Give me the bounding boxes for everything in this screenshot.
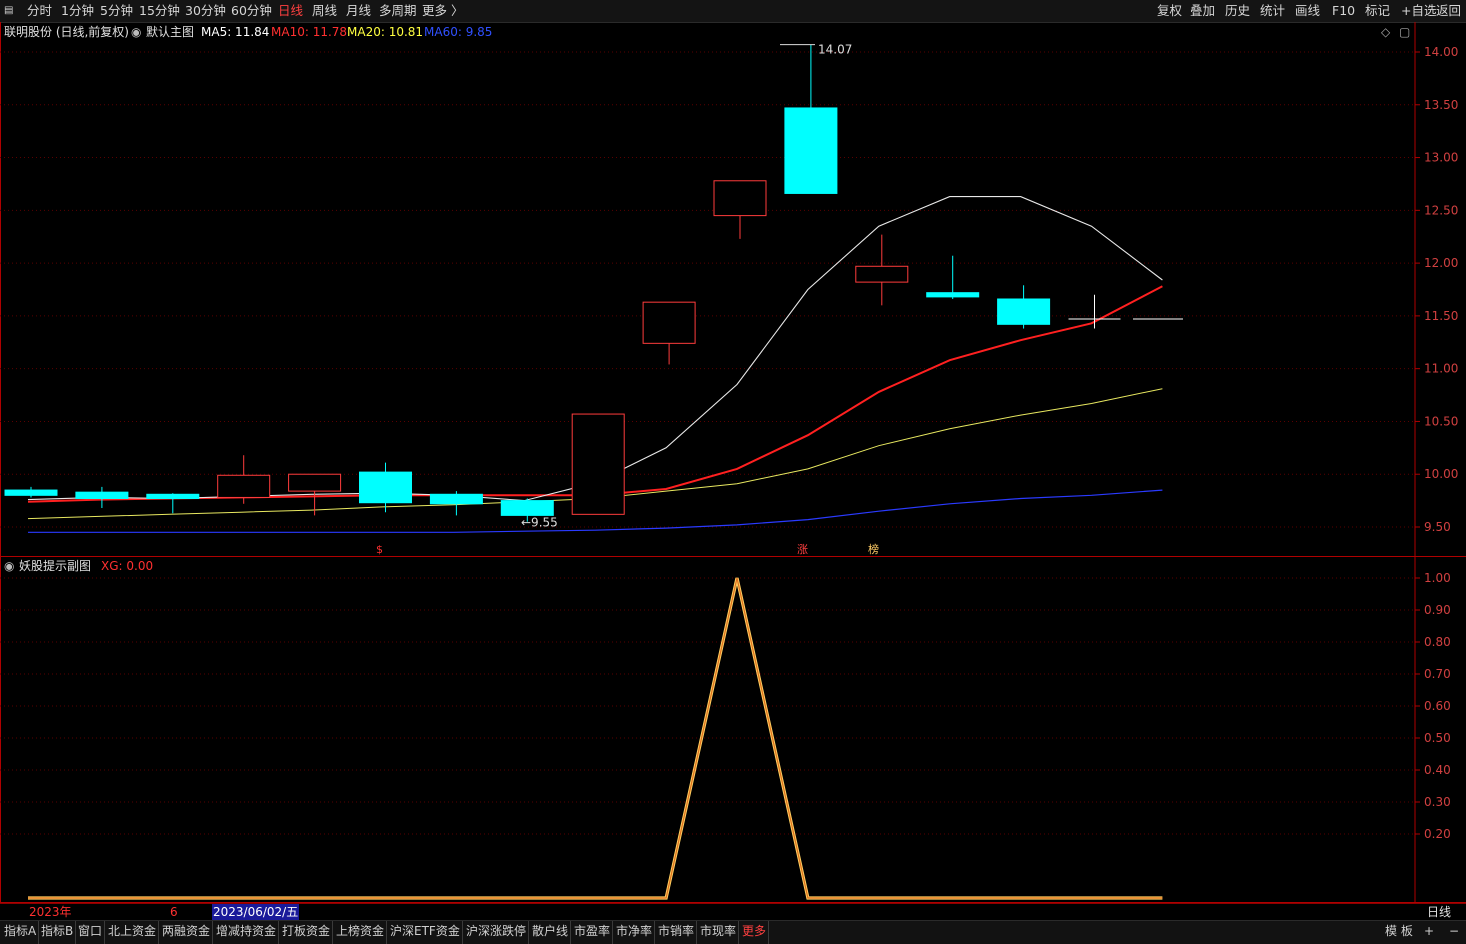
toolbar-button-统计[interactable]: 统计 [1260,0,1285,22]
toolbar-button-F10[interactable]: F10 [1332,0,1355,22]
month-label: 6 [170,905,178,919]
bottom-right-button-0[interactable]: 模 板 [1383,921,1415,944]
event-marker: $ [376,543,383,556]
event-marker: 榜 [868,542,879,556]
bottom-tab-市净率[interactable]: 市净率 [614,921,656,944]
bottom-tab-增减持资金[interactable]: 增减持资金 [214,921,280,944]
toolbar-button-复权[interactable]: 复权 [1157,0,1182,22]
template-name[interactable]: 默认主图 [146,24,194,40]
period-tab-60分钟[interactable]: 60分钟 [231,0,272,22]
candle-body-down [359,471,412,504]
bottom-tab-bar: 指标A 指标B 窗口 北上资金 两融资金 增减持资金 打板资金 上榜资金 沪深ETF资金 沪深涨跌… [0,920,1466,944]
toolbar-button-叠加[interactable]: 叠加 [1190,0,1215,22]
candle-body-down [500,500,554,516]
period-tab-日线[interactable]: 日线 [278,0,303,22]
bottom-tab-打板资金[interactable]: 打板资金 [280,921,334,944]
period-tab-15分钟[interactable]: 15分钟 [139,0,180,22]
price-tick-label: 12.50 [1424,203,1458,217]
candle-body-down [926,292,980,298]
candle-body-up [217,474,271,498]
candle-body-down [75,491,129,499]
template-toggle-icon[interactable]: ◉ [131,24,141,40]
candle-body-down [784,107,838,194]
period-tab-月线[interactable]: 月线 [346,0,371,22]
price-tick-label: 10.00 [1424,467,1458,481]
stock-label: 联明股份 (日线,前复权) [4,25,129,39]
bottom-tab-沪深ETF资金[interactable]: 沪深ETF资金 [388,921,463,944]
price-tick-label: 10.50 [1424,414,1458,428]
toolbar-button-历史[interactable]: 历史 [1225,0,1250,22]
bottom-right-button-1[interactable]: + [1422,921,1436,944]
ma10-label: MA10: 11.78 [271,25,348,39]
period-tab-5分钟[interactable]: 5分钟 [100,0,133,22]
candle-body-up [288,473,342,492]
sub-tick-label: 0.90 [1424,603,1451,617]
candle-body-up [571,413,625,515]
event-marker: 涨 [797,543,808,556]
candle-body-down [146,493,200,499]
bottom-tab-市销率[interactable]: 市销率 [656,921,698,944]
bottom-tab-市现率[interactable]: 市现率 [698,921,740,944]
candle-body-down [429,493,483,505]
menu-icon[interactable]: ▤ [4,0,13,22]
price-tick-label: 12.00 [1424,256,1458,270]
period-tab-分时[interactable]: 分时 [27,0,52,22]
bottom-tab-更多[interactable]: 更多 [740,921,770,944]
ma5-label: MA5: 11.84 [201,25,270,39]
bottom-right-button-2[interactable]: − [1447,921,1461,944]
period-label: 日线 [1427,905,1452,919]
candle-body-down [4,489,58,496]
sub-tick-label: 0.40 [1424,763,1451,777]
sub-tick-label: 1.00 [1424,571,1451,585]
cursor-date-label: 2023/06/02/五 [212,904,300,920]
candle-body-up [642,301,696,344]
price-tick-label: 11.00 [1424,362,1458,376]
xg-value-label: XG: 0.00 [101,559,154,573]
bottom-tab-两融资金[interactable]: 两融资金 [160,921,214,944]
year-label: 2023年 [29,905,72,919]
bottom-tab-指标A[interactable]: 指标A [2,921,40,944]
candle-body-up [713,180,767,217]
price-tick-label: 9.50 [1424,520,1451,534]
bottom-tab-市盈率[interactable]: 市盈率 [572,921,614,944]
period-tab-1分钟[interactable]: 1分钟 [61,0,94,22]
toolbar-button-标记[interactable]: 标记 [1365,0,1390,22]
toolbar-button-画线[interactable]: 画线 [1295,0,1320,22]
sub-tick-label: 0.80 [1424,635,1451,649]
period-tab-更多[interactable]: 更多 〉 [422,0,463,22]
sub-chart[interactable]: 1.00 0.90 0.80 0.70 0.60 0.50 0.40 0.30 0.20 [0,557,1466,903]
sub-tick-label: 0.60 [1424,699,1451,713]
toolbar-button-自选[interactable]: +自选 [1401,0,1436,22]
toolbar-button-返回[interactable]: 返回 [1436,0,1461,22]
bottom-tab-北上资金[interactable]: 北上资金 [106,921,160,944]
bottom-tab-沪深涨跌停[interactable]: 沪深涨跌停 [464,921,530,944]
high-annotation-label: 14.07 [818,43,852,57]
sub-chart-toggle-icon[interactable]: ◉ [4,558,14,574]
period-tab-多周期[interactable]: 多周期 [379,0,417,22]
period-tab-周线[interactable]: 周线 [312,0,337,22]
period-tab-30分钟[interactable]: 30分钟 [185,0,226,22]
sub-tick-label: 0.50 [1424,731,1451,745]
bottom-tab-窗口[interactable]: 窗口 [76,921,106,944]
sub-tick-label: 0.70 [1424,667,1451,681]
price-tick-label: 11.50 [1424,309,1458,323]
ma20-label: MA20: 10.81 [347,25,424,39]
bottom-tab-指标B[interactable]: 指标B [39,921,77,944]
main-chart[interactable]: 14.00 13.50 13.00 12.50 12.00 11.50 11.00 10.50… [0,22,1466,557]
window-toggle-icon[interactable]: ▢ [1399,24,1410,40]
candle-body-up [855,265,909,283]
sub-tick-label: 0.20 [1424,827,1451,841]
ma60-label: MA60: 9.85 [424,25,493,39]
bottom-tab-散户线[interactable]: 散户线 [530,921,572,944]
top-toolbar: ▤ 分时 1分钟 5分钟 15分钟 30分钟 60分钟 日线 周线 月线 多周期 更多 〉 复权 叠加 历史… [0,0,1466,23]
sub-tick-label: 0.30 [1424,795,1451,809]
price-tick-label: 13.00 [1424,151,1458,165]
price-tick-label: 13.50 [1424,98,1458,112]
candle-body-down [997,298,1051,325]
sub-chart-name[interactable]: 妖股提示副图 [19,558,91,574]
bottom-tab-上榜资金[interactable]: 上榜资金 [334,921,388,944]
price-tick-label: 14.00 [1424,45,1458,59]
low-annotation-label: ←9.55 [521,516,558,530]
diamond-icon[interactable]: ◇ [1381,24,1390,40]
